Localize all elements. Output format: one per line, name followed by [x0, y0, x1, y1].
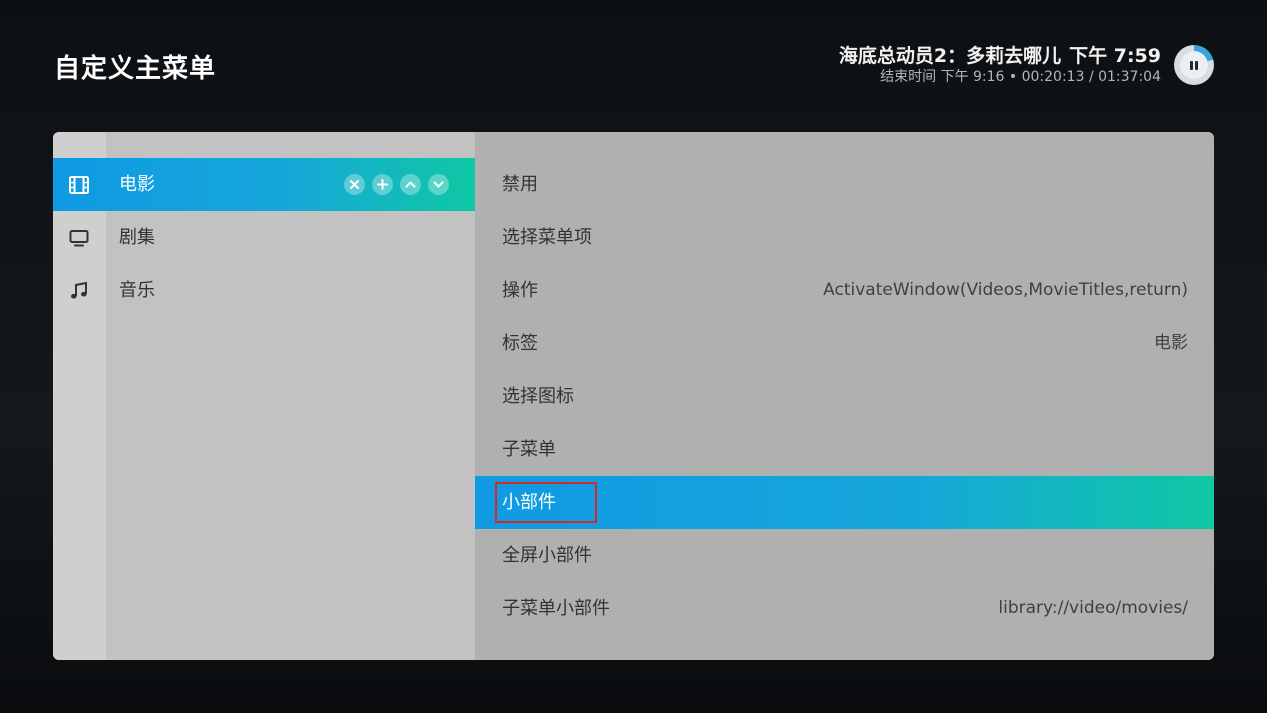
option-rows: 禁用 选择菜单项 操作 ActivateWindow(Videos,MovieT…: [475, 132, 1214, 660]
menu-item-label: 剧集: [119, 227, 155, 248]
pause-icon: [1180, 51, 1208, 79]
move-down-icon[interactable]: [428, 174, 449, 195]
option-label: 子菜单: [502, 439, 556, 460]
option-submenu[interactable]: 子菜单: [475, 423, 1214, 476]
now-playing-title: 海底总动员2：多莉去哪儿: [838, 45, 1062, 67]
option-label: 操作: [502, 280, 538, 301]
option-disable[interactable]: 禁用: [475, 158, 1214, 211]
option-value: ActivateWindow(Videos,MovieTitles,return…: [823, 280, 1188, 300]
now-playing-info: 海底总动员2：多莉去哪儿 下午 7:59 结束时间 下午 9:16 • 00:20…: [839, 44, 1161, 86]
film-icon: [67, 173, 91, 197]
option-widget[interactable]: 小部件: [475, 476, 1214, 529]
add-icon[interactable]: [372, 174, 393, 195]
option-submenu-widget[interactable]: 子菜单小部件 library://video/movies/: [475, 582, 1214, 635]
page-title: 自定义主菜单: [54, 54, 217, 84]
option-label: 全屏小部件: [502, 545, 592, 566]
option-label: 禁用: [502, 174, 538, 195]
option-label: 选择图标: [502, 386, 574, 407]
annotation-highlight-box: [495, 482, 597, 523]
option-choose-item[interactable]: 选择菜单项: [475, 211, 1214, 264]
option-label: 子菜单小部件: [502, 598, 610, 619]
remove-icon[interactable]: [344, 174, 365, 195]
option-choose-icon[interactable]: 选择图标: [475, 370, 1214, 423]
now-playing-details: 结束时间 下午 9:16 • 00:20:13 / 01:37:04: [880, 69, 1161, 85]
option-label: 选择菜单项: [502, 227, 592, 248]
option-value: 电影: [1154, 333, 1188, 353]
menu-item-music[interactable]: 音乐: [53, 264, 475, 317]
menu-editor-panel: 电影 剧集 音乐 禁用 选择菜单项 操作 ActivateWindow(Vide…: [53, 132, 1214, 660]
option-label-field[interactable]: 标签 电影: [475, 317, 1214, 370]
option-action[interactable]: 操作 ActivateWindow(Videos,MovieTitles,ret…: [475, 264, 1214, 317]
move-up-icon[interactable]: [400, 174, 421, 195]
clock: 下午 7:59: [1069, 45, 1161, 67]
menu-item-label: 音乐: [119, 280, 155, 301]
menu-item-movies[interactable]: 电影: [53, 158, 475, 211]
menu-item-label: 电影: [119, 174, 155, 195]
menu-item-tvshows[interactable]: 剧集: [53, 211, 475, 264]
tv-icon: [67, 226, 91, 250]
pause-button[interactable]: [1174, 45, 1214, 85]
music-note-icon: [67, 279, 91, 303]
option-fullscreen-widget[interactable]: 全屏小部件: [475, 529, 1214, 582]
option-value: library://video/movies/: [998, 598, 1188, 618]
option-label: 标签: [502, 333, 538, 354]
